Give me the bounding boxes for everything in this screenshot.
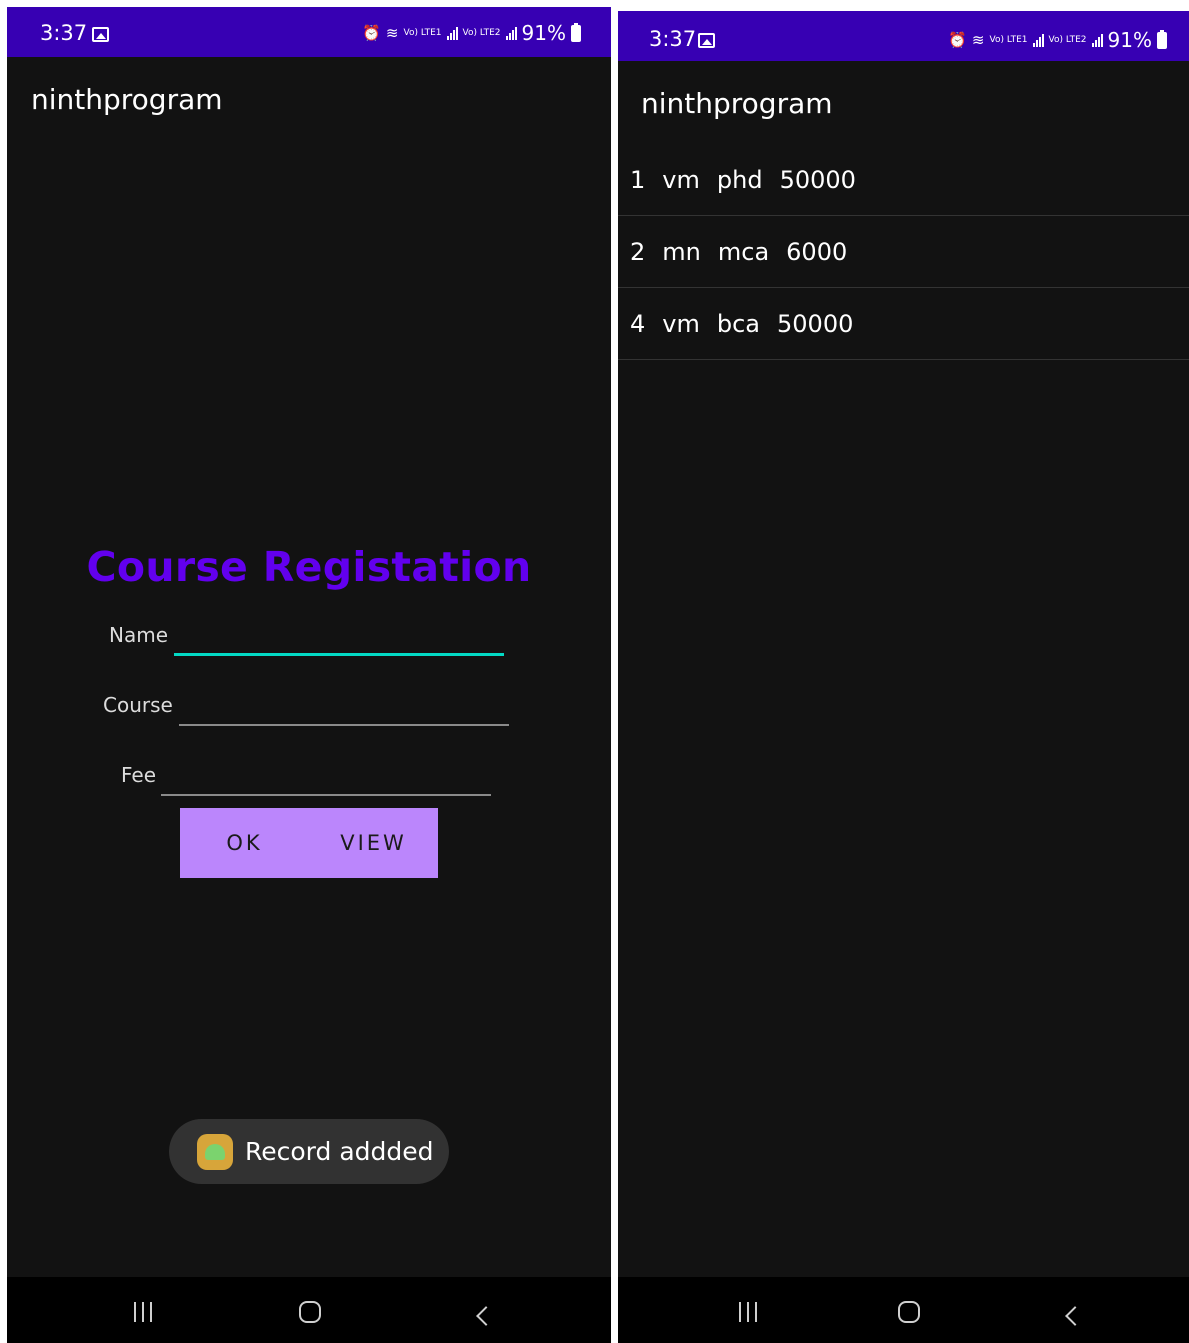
registration-screen: 3:37 ⏰ ≋ Vo) LTE1 Vo) LTE2 91% ninthprog… <box>7 7 611 1343</box>
button-group: OK VIEW <box>180 808 438 878</box>
record-fee: 6000 <box>786 237 848 266</box>
app-title: ninthprogram <box>31 83 223 116</box>
lte2-label: Vo) LTE2 <box>1048 34 1087 45</box>
record-course: bca <box>716 309 761 338</box>
lte1-label: Vo) LTE1 <box>403 27 442 38</box>
home-icon[interactable] <box>295 1297 325 1327</box>
app-title: ninthprogram <box>641 87 833 120</box>
ok-button[interactable]: OK <box>180 808 309 878</box>
course-input[interactable] <box>179 686 509 726</box>
list-item[interactable]: 2 mn mca 6000 <box>618 216 1189 288</box>
toast-message: Record addded <box>245 1137 434 1166</box>
status-icons: ⏰ ≋ Vo) LTE1 Vo) LTE2 91% <box>948 28 1167 52</box>
list-item[interactable]: 1 vm phd 50000 <box>618 144 1189 216</box>
list-item[interactable]: 4 vm bca 50000 <box>618 288 1189 360</box>
record-course: phd <box>716 165 763 194</box>
toast: Record addded <box>169 1119 449 1184</box>
records-list: 1 vm phd 50000 2 mn mca 6000 4 vm bca 50… <box>618 144 1189 360</box>
status-icons: ⏰ ≋ Vo) LTE1 Vo) LTE2 91% <box>362 21 581 45</box>
signal-icon <box>505 26 517 40</box>
form-title: Course Registation <box>86 543 532 591</box>
battery-percent: 91% <box>1107 28 1152 52</box>
home-icon[interactable] <box>894 1297 924 1327</box>
alarm-icon: ⏰ <box>948 30 967 49</box>
wifi-icon: ≋ <box>971 30 985 49</box>
recent-apps-icon[interactable] <box>128 1297 158 1327</box>
back-icon[interactable] <box>1058 1297 1088 1327</box>
fee-input[interactable] <box>161 756 491 796</box>
view-button[interactable]: VIEW <box>309 808 438 878</box>
alarm-icon: ⏰ <box>362 23 381 42</box>
record-id: 1 <box>630 165 646 194</box>
fee-label: Fee <box>121 763 157 787</box>
lte2-label: Vo) LTE2 <box>462 27 501 38</box>
battery-percent: 91% <box>521 21 566 45</box>
app-icon <box>197 1133 233 1170</box>
battery-icon <box>571 22 581 42</box>
status-time: 3:37 <box>40 21 88 45</box>
gallery-icon <box>92 27 109 42</box>
name-input[interactable] <box>174 616 504 656</box>
status-bar: 3:37 ⏰ ≋ Vo) LTE1 Vo) LTE2 91% <box>618 11 1189 61</box>
wifi-icon: ≋ <box>385 23 399 42</box>
status-time: 3:37 <box>649 27 697 51</box>
name-label: Name <box>109 623 169 647</box>
record-fee: 50000 <box>777 309 854 338</box>
lte1-label: Vo) LTE1 <box>989 34 1028 45</box>
navigation-bar <box>7 1277 611 1343</box>
record-name: vm <box>662 309 700 338</box>
status-bar: 3:37 ⏰ ≋ Vo) LTE1 Vo) LTE2 91% <box>7 7 611 57</box>
gallery-icon <box>698 33 715 48</box>
battery-icon <box>1157 29 1167 49</box>
course-label: Course <box>103 693 173 717</box>
record-name: mn <box>662 237 701 266</box>
recent-apps-icon[interactable] <box>733 1297 763 1327</box>
back-icon[interactable] <box>469 1297 499 1327</box>
signal-icon <box>1091 33 1103 47</box>
signal-icon <box>446 26 458 40</box>
record-fee: 50000 <box>779 165 856 194</box>
record-name: vm <box>662 165 700 194</box>
record-id: 4 <box>630 309 646 338</box>
signal-icon <box>1032 33 1044 47</box>
records-screen: 3:37 ⏰ ≋ Vo) LTE1 Vo) LTE2 91% ninthprog… <box>618 11 1189 1343</box>
record-id: 2 <box>630 237 646 266</box>
navigation-bar <box>618 1277 1189 1343</box>
record-course: mca <box>717 237 770 266</box>
